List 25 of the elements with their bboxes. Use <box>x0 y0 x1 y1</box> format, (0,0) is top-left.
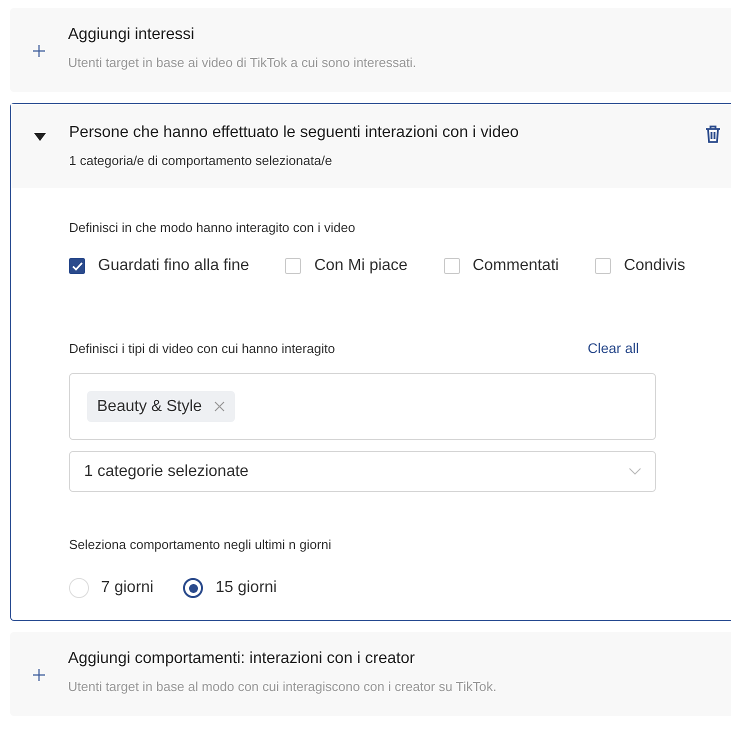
section-subtitle: Utenti target in base al modo con cui interagiscono con i creator su TikTok. <box>68 679 496 695</box>
chevron-down-icon <box>629 468 641 475</box>
plus-icon[interactable] <box>33 45 45 57</box>
clear-all-link[interactable]: Clear all <box>588 338 639 359</box>
checkbox-option[interactable]: Con Mi piace <box>285 254 408 278</box>
caret-down-icon[interactable] <box>34 133 46 141</box>
field-label: Seleziona comportamento negli ultimi n giorni <box>69 537 332 553</box>
tag-label: Beauty & Style <box>97 396 202 416</box>
section-title: Persone che hanno effettuato le seguenti interazioni con i video <box>69 123 519 143</box>
section-subtitle: Utenti target in base ai video di TikTok a cui sono interessati. <box>68 55 416 71</box>
tag-input-field[interactable]: Beauty & Style <box>69 373 656 440</box>
field-label: Definisci i tipi di video con cui hanno interagito <box>69 340 335 356</box>
section-subtitle: 1 categoria/e di comportamento selezionata/e <box>69 153 334 169</box>
section-title: Aggiungi interessi <box>68 25 196 45</box>
checkbox-option[interactable]: Guardati fino alla fine <box>69 254 250 278</box>
delete-icon[interactable] <box>705 125 721 143</box>
category-select[interactable]: 1 categorie selezionate <box>69 451 656 492</box>
section-title: Aggiungi comportamenti: interazioni con i creator <box>68 649 416 669</box>
radio-option[interactable]: 7 giorni <box>69 576 154 600</box>
plus-icon[interactable] <box>33 669 45 681</box>
radio-option[interactable]: 15 giorni <box>183 576 277 600</box>
field-label: Definisci in che modo hanno interagito con i video <box>69 220 356 236</box>
check-icon <box>72 262 82 270</box>
checkbox-option[interactable]: Commentati <box>444 254 559 278</box>
checkbox-option[interactable]: Condivis <box>594 254 686 278</box>
